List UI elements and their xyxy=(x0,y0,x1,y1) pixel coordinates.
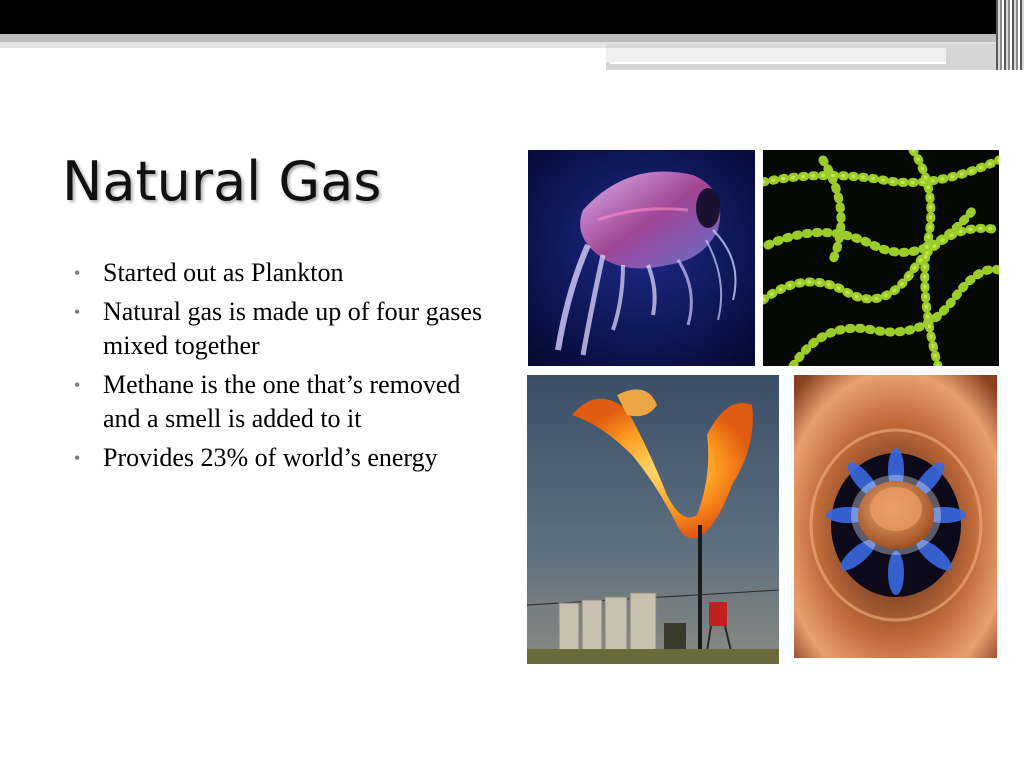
header-band-gray xyxy=(0,34,1024,42)
bullet-list: • Started out as Plankton • Natural gas is… xyxy=(72,256,492,480)
plankton-photo xyxy=(528,150,755,366)
slide-title: Natural Gas xyxy=(62,150,382,213)
bullet-marker: • xyxy=(74,375,81,395)
header-band-black xyxy=(0,0,1024,34)
bullet-marker: • xyxy=(74,263,81,283)
bullet-marker: • xyxy=(74,448,81,468)
bullet-marker: • xyxy=(74,302,81,322)
algae-chain-photo xyxy=(763,150,999,366)
gas-flare-photo xyxy=(527,375,779,664)
bullet-text: Methane is the one that’s removed and a … xyxy=(103,370,461,433)
bullet-text: Started out as Plankton xyxy=(103,258,344,287)
bullet-item: • Started out as Plankton xyxy=(72,256,492,290)
bullet-item: • Natural gas is made up of four gases mi… xyxy=(72,295,492,363)
gas-burner-photo xyxy=(794,375,997,658)
header-stripes xyxy=(996,0,1024,70)
bullet-text: Provides 23% of world’s energy xyxy=(103,443,438,472)
header-step-line xyxy=(610,62,946,64)
bullet-item: • Methane is the one that’s removed and a… xyxy=(72,368,492,436)
bullet-text: Natural gas is made up of four gases mix… xyxy=(103,297,483,360)
header-step-inner xyxy=(606,48,946,62)
bullet-item: • Provides 23% of world’s energy xyxy=(72,441,492,475)
